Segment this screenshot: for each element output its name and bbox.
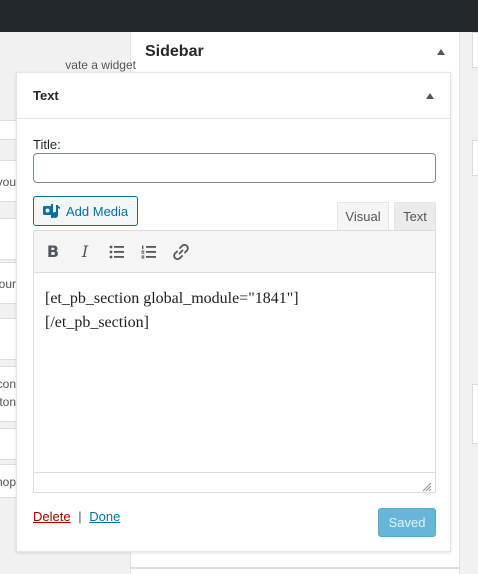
done-link[interactable]: Done bbox=[89, 509, 120, 524]
editor-toolbar: B I bbox=[34, 231, 435, 273]
widget-area-box[interactable] bbox=[472, 140, 478, 176]
widget-item[interactable] bbox=[0, 318, 16, 360]
sidebar-title: Sidebar bbox=[145, 43, 204, 60]
add-media-button[interactable]: Add Media bbox=[33, 196, 138, 226]
link-icon[interactable] bbox=[170, 241, 192, 263]
widget-title: Text bbox=[33, 88, 59, 103]
saved-label: Saved bbox=[388, 515, 426, 530]
title-input[interactable] bbox=[33, 153, 436, 183]
widget-area-box[interactable] bbox=[472, 32, 478, 68]
editor-content[interactable]: [et_pb_section global_module="1841"] [/e… bbox=[34, 273, 435, 473]
bulleted-list-icon[interactable] bbox=[106, 241, 128, 263]
available-widgets-column: you our conton hop bbox=[0, 32, 16, 574]
rich-text-editor: B I [et_pb_section global_module="1841"]… bbox=[33, 230, 436, 493]
admin-bar bbox=[0, 0, 478, 32]
sidebar-header[interactable]: Sidebar bbox=[131, 32, 459, 72]
add-media-icon bbox=[42, 202, 60, 220]
widget-item[interactable]: hop bbox=[0, 464, 16, 498]
tab-visual-label: Visual bbox=[345, 209, 381, 224]
tab-text[interactable]: Text bbox=[394, 202, 436, 230]
widget-area-box[interactable] bbox=[472, 384, 478, 444]
numbered-list-icon[interactable] bbox=[138, 241, 160, 263]
right-widget-areas bbox=[472, 32, 478, 574]
resize-handle-icon[interactable] bbox=[422, 479, 432, 492]
content-line: [/et_pb_section] bbox=[45, 314, 149, 331]
title-field-label: Title: bbox=[33, 137, 61, 152]
delete-link[interactable]: Delete bbox=[33, 509, 71, 524]
text-widget: Text Title: Add Media Visual Text B I [e… bbox=[16, 72, 451, 552]
saved-button[interactable]: Saved bbox=[378, 508, 436, 537]
separator: | bbox=[78, 509, 82, 524]
tab-visual[interactable]: Visual bbox=[337, 202, 389, 230]
widget-actions: Delete | Done bbox=[33, 509, 120, 524]
widget-item[interactable] bbox=[0, 120, 16, 140]
collapse-arrow-icon[interactable] bbox=[426, 92, 434, 99]
widget-item[interactable]: our bbox=[0, 262, 16, 304]
content-line: [et_pb_section global_module="1841"] bbox=[45, 290, 299, 307]
editor-statusbar bbox=[34, 472, 435, 492]
widget-header[interactable]: Text bbox=[17, 73, 450, 119]
bold-icon[interactable]: B bbox=[42, 241, 64, 263]
widget-item[interactable]: you bbox=[0, 160, 16, 202]
collapse-arrow-icon[interactable] bbox=[437, 49, 445, 55]
divider bbox=[130, 567, 460, 569]
widget-item[interactable] bbox=[0, 218, 16, 260]
italic-icon[interactable]: I bbox=[74, 241, 96, 263]
widget-item[interactable] bbox=[0, 428, 16, 460]
add-media-label: Add Media bbox=[66, 203, 129, 219]
widget-item[interactable]: conton bbox=[0, 366, 16, 422]
tab-text-label: Text bbox=[403, 209, 427, 224]
